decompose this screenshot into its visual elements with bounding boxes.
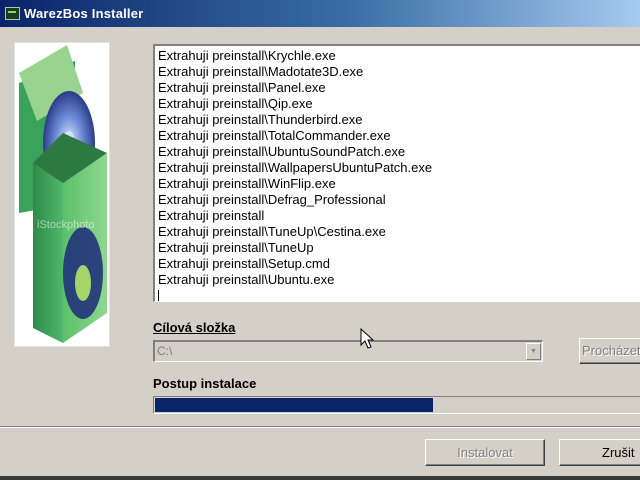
browse-button[interactable]: Procházet — [579, 338, 640, 364]
install-button[interactable]: Instalovat — [425, 439, 545, 466]
watermark-text: iStockphoto — [37, 219, 94, 231]
log-line: Extrahuji preinstall\WallpapersUbuntuPat… — [158, 160, 433, 175]
log-line: Extrahuji preinstall\Setup.cmd — [158, 256, 330, 271]
divider — [0, 426, 640, 428]
target-folder-value: C:\ — [157, 344, 173, 358]
app-icon — [5, 7, 20, 20]
log-line: Extrahuji preinstall\WinFlip.exe — [158, 176, 336, 191]
log-line: Extrahuji preinstall\Madotate3D.exe — [158, 64, 364, 79]
mouse-pointer-icon — [360, 328, 374, 349]
log-line: Extrahuji preinstall\Krychle.exe — [158, 48, 336, 63]
log-line: Extrahuji preinstall\Thunderbird.exe — [158, 112, 363, 127]
log-line: Extrahuji preinstall\Panel.exe — [158, 80, 326, 95]
cd-box-illustration: iStockphoto — [19, 45, 107, 343]
progress-fill — [155, 398, 433, 412]
log-line: Extrahuji preinstall — [158, 208, 265, 223]
window-bottom-edge — [0, 476, 640, 480]
installer-side-image: iStockphoto — [14, 42, 110, 347]
title-bar[interactable]: WarezBos Installer — [0, 0, 640, 27]
progress-label: Postup instalace — [153, 376, 257, 391]
log-line: Extrahuji preinstall\Defrag_Professional — [158, 192, 386, 207]
log-line: Extrahuji preinstall\TuneUp\Cestina.exe — [158, 224, 386, 239]
installer-window: WarezBos Installer iStockphoto Extrahuji… — [0, 0, 640, 480]
extraction-log[interactable]: Extrahuji preinstall\Krychle.exe Extrahu… — [153, 44, 640, 302]
log-line: Extrahuji preinstall\Ubuntu.exe — [158, 272, 335, 287]
target-folder-combo[interactable]: C:\ ▼ — [153, 340, 543, 362]
chevron-down-icon[interactable]: ▼ — [526, 343, 541, 360]
log-line: Extrahuji preinstall\TotalCommander.exe — [158, 128, 391, 143]
log-line: Extrahuji preinstall\TuneUp — [158, 240, 314, 255]
install-progress-bar — [153, 396, 640, 414]
target-folder-label: Cílová složka — [153, 320, 236, 335]
log-line: Extrahuji preinstall\Qip.exe — [158, 96, 313, 111]
log-line: Extrahuji preinstall\UbuntuSoundPatch.ex… — [158, 144, 406, 159]
cancel-button[interactable]: Zrušit — [559, 439, 640, 466]
window-title: WarezBos Installer — [24, 6, 144, 21]
text-caret — [158, 290, 159, 301]
